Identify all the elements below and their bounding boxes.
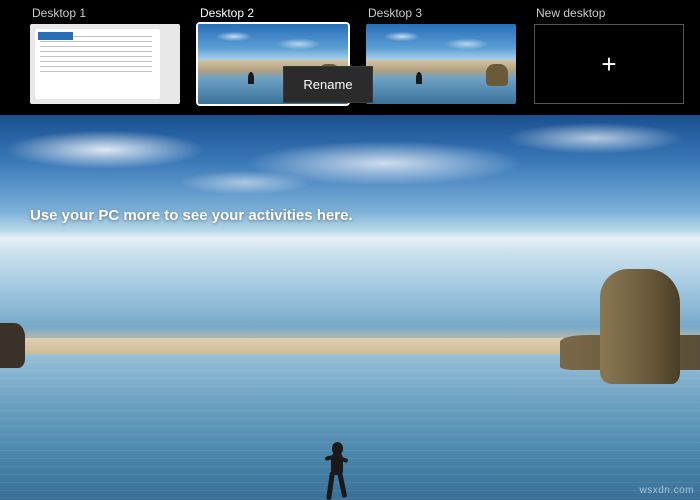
desktop-item-1[interactable]: Desktop 1 <box>30 6 180 104</box>
desktop-label: Desktop 3 <box>366 6 516 20</box>
wallpaper-runner <box>322 442 352 500</box>
wallpaper-rock-right <box>600 269 680 384</box>
desktop-item-3[interactable]: Desktop 3 <box>366 6 516 104</box>
wallpaper-rock-left <box>0 323 25 368</box>
context-menu: Rename <box>283 66 373 103</box>
timeline-empty-message: Use your PC more to see your activities … <box>30 207 353 224</box>
new-desktop-label: New desktop <box>534 6 684 20</box>
new-desktop-item[interactable]: New desktop + <box>534 6 684 104</box>
plus-icon: + <box>601 49 616 80</box>
new-desktop-button[interactable]: + <box>534 24 684 104</box>
watermark: wsxdn.com <box>639 485 694 496</box>
timeline-area: Use your PC more to see your activities … <box>0 115 700 500</box>
rename-menu-item[interactable]: Rename <box>284 69 372 100</box>
desktop-thumbnail[interactable] <box>366 24 516 104</box>
desktop-label: Desktop 1 <box>30 6 180 20</box>
desktop-thumbnail[interactable] <box>30 24 180 104</box>
desktop-label: Desktop 2 <box>198 6 348 20</box>
